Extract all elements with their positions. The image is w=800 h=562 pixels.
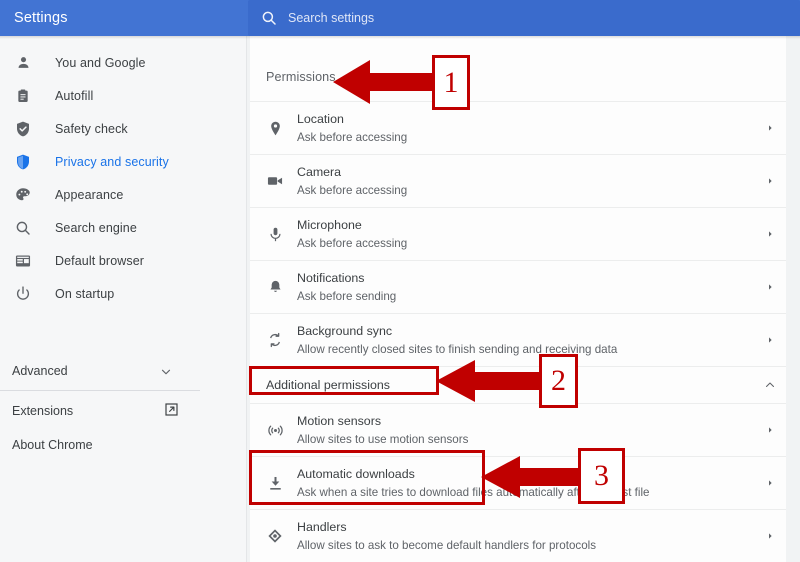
chevron-down-icon — [161, 369, 171, 375]
magnifier-icon — [12, 217, 34, 239]
permission-title: Notifications — [297, 270, 365, 285]
sidebar-advanced-label: Advanced — [12, 364, 68, 378]
sidebar-item-on-startup[interactable]: On startup — [0, 277, 247, 310]
sidebar-item-label: Autofill — [55, 88, 94, 103]
search-icon — [262, 11, 276, 25]
permission-row-text: Automatic downloads Ask when a site trie… — [297, 466, 649, 501]
permission-row-camera[interactable]: Camera Ask before accessing — [250, 154, 786, 207]
permission-row-notifications[interactable]: Notifications Ask before sending — [250, 260, 786, 313]
permission-row-text: Notifications Ask before sending — [297, 270, 396, 305]
chevron-right-icon — [769, 480, 772, 486]
permission-subtitle: Ask when a site tries to download files … — [297, 485, 650, 499]
permission-row-automatic-downloads[interactable]: Automatic downloads Ask when a site trie… — [250, 456, 786, 509]
permission-row-handlers[interactable]: Handlers Allow sites to ask to become de… — [250, 509, 786, 562]
chevron-right-icon — [769, 427, 772, 433]
permission-title: Automatic downloads — [297, 466, 415, 481]
permission-row-text: Microphone Ask before accessing — [297, 217, 407, 252]
sidebar-item-privacy-and-security[interactable]: Privacy and security — [0, 145, 247, 178]
additional-permissions-label: Additional permissions — [266, 378, 390, 392]
download-icon — [265, 473, 285, 493]
permission-row-microphone[interactable]: Microphone Ask before accessing — [250, 207, 786, 260]
sidebar-item-label: Safety check — [55, 121, 128, 136]
permission-row-location[interactable]: Location Ask before accessing — [250, 101, 786, 154]
sidebar-item-label: Search engine — [55, 220, 137, 235]
sidebar-item-appearance[interactable]: Appearance — [0, 178, 247, 211]
palette-icon — [12, 184, 34, 206]
search-input[interactable]: Search settings — [288, 0, 374, 36]
permission-row-background-sync[interactable]: Background sync Allow recently closed si… — [250, 313, 786, 366]
app-title: Settings — [14, 10, 68, 26]
external-link-icon — [165, 403, 178, 416]
sidebar-item-default-browser[interactable]: Default browser — [0, 244, 247, 277]
page-title: Permissions — [266, 70, 336, 84]
sidebar-item-search-engine[interactable]: Search engine — [0, 211, 247, 244]
sidebar-item-you-and-google[interactable]: You and Google — [0, 46, 247, 79]
chevron-right-icon — [769, 231, 772, 237]
permission-subtitle: Allow sites to use motion sensors — [297, 432, 469, 446]
permission-title: Handlers — [297, 519, 347, 534]
permission-row-text: Handlers Allow sites to ask to become de… — [297, 519, 596, 554]
settings-content: Permissions Location Ask before accessin… — [248, 36, 800, 562]
chevron-right-icon — [769, 125, 772, 131]
chevron-right-icon — [769, 178, 772, 184]
permission-subtitle: Ask before accessing — [297, 130, 408, 144]
sidebar-divider — [0, 390, 200, 391]
permission-title: Camera — [297, 164, 342, 179]
settings-sidebar: You and Google Autofill Safety check Pri… — [0, 36, 247, 562]
sidebar-item-extensions[interactable]: Extensions — [0, 394, 247, 428]
sidebar-footer-label: About Chrome — [12, 438, 93, 452]
permission-row-text: Motion sensors Allow sites to use motion… — [297, 413, 468, 448]
person-icon — [12, 52, 34, 74]
bell-icon — [265, 277, 285, 297]
power-icon — [12, 283, 34, 305]
sidebar-item-label: Appearance — [55, 187, 124, 202]
permission-row-text: Background sync Allow recently closed si… — [297, 323, 617, 358]
permission-subtitle: Ask before sending — [297, 289, 397, 303]
permission-subtitle: Ask before accessing — [297, 183, 408, 197]
sidebar-item-label: On startup — [55, 286, 115, 301]
chevron-right-icon — [769, 284, 772, 290]
motion-sensor-icon — [265, 420, 285, 440]
shield-check-icon — [12, 118, 34, 140]
camera-icon — [265, 171, 285, 191]
sidebar-item-safety-check[interactable]: Safety check — [0, 112, 247, 145]
microphone-icon — [265, 224, 285, 244]
sidebar-footer: Extensions About Chrome — [0, 394, 247, 462]
location-pin-icon — [265, 118, 285, 138]
chevron-up-icon — [765, 382, 775, 388]
sidebar-item-autofill[interactable]: Autofill — [0, 79, 247, 112]
permission-subtitle: Allow sites to ask to become default han… — [297, 538, 597, 552]
permission-row-text: Location Ask before accessing — [297, 111, 407, 146]
sidebar-nav-list: You and Google Autofill Safety check Pri… — [0, 46, 247, 310]
sidebar-item-about-chrome[interactable]: About Chrome — [0, 428, 247, 462]
browser-window-icon — [12, 250, 34, 272]
shield-icon — [12, 151, 34, 173]
settings-window: Settings Search settings You and Google — [0, 0, 800, 562]
top-app-bar: Settings Search settings — [0, 0, 800, 36]
sidebar-item-label: You and Google — [55, 55, 146, 70]
permission-row-motion-sensors[interactable]: Motion sensors Allow sites to use motion… — [250, 403, 786, 456]
sidebar-advanced-toggle[interactable]: Advanced — [0, 354, 247, 388]
permission-title: Motion sensors — [297, 413, 382, 428]
sidebar-item-label: Default browser — [55, 253, 145, 268]
sync-icon — [265, 330, 285, 350]
clipboard-icon — [12, 85, 34, 107]
sidebar-footer-label: Extensions — [12, 404, 74, 418]
permission-title: Background sync — [297, 323, 393, 338]
permission-row-text: Camera Ask before accessing — [297, 164, 407, 199]
additional-permissions-expander[interactable]: Additional permissions — [250, 366, 786, 403]
permission-title: Location — [297, 111, 344, 126]
permission-subtitle: Allow recently closed sites to finish se… — [297, 342, 618, 356]
handlers-icon — [265, 526, 285, 546]
permissions-list: Location Ask before accessing Camera Ask… — [250, 101, 786, 562]
chevron-right-icon — [769, 337, 772, 343]
search-settings-box[interactable]: Search settings — [248, 0, 800, 36]
sidebar-item-label: Privacy and security — [55, 154, 169, 169]
permission-subtitle: Ask before accessing — [297, 236, 408, 250]
permissions-card: Permissions Location Ask before accessin… — [250, 36, 786, 562]
chevron-right-icon — [769, 533, 772, 539]
permission-title: Microphone — [297, 217, 362, 232]
